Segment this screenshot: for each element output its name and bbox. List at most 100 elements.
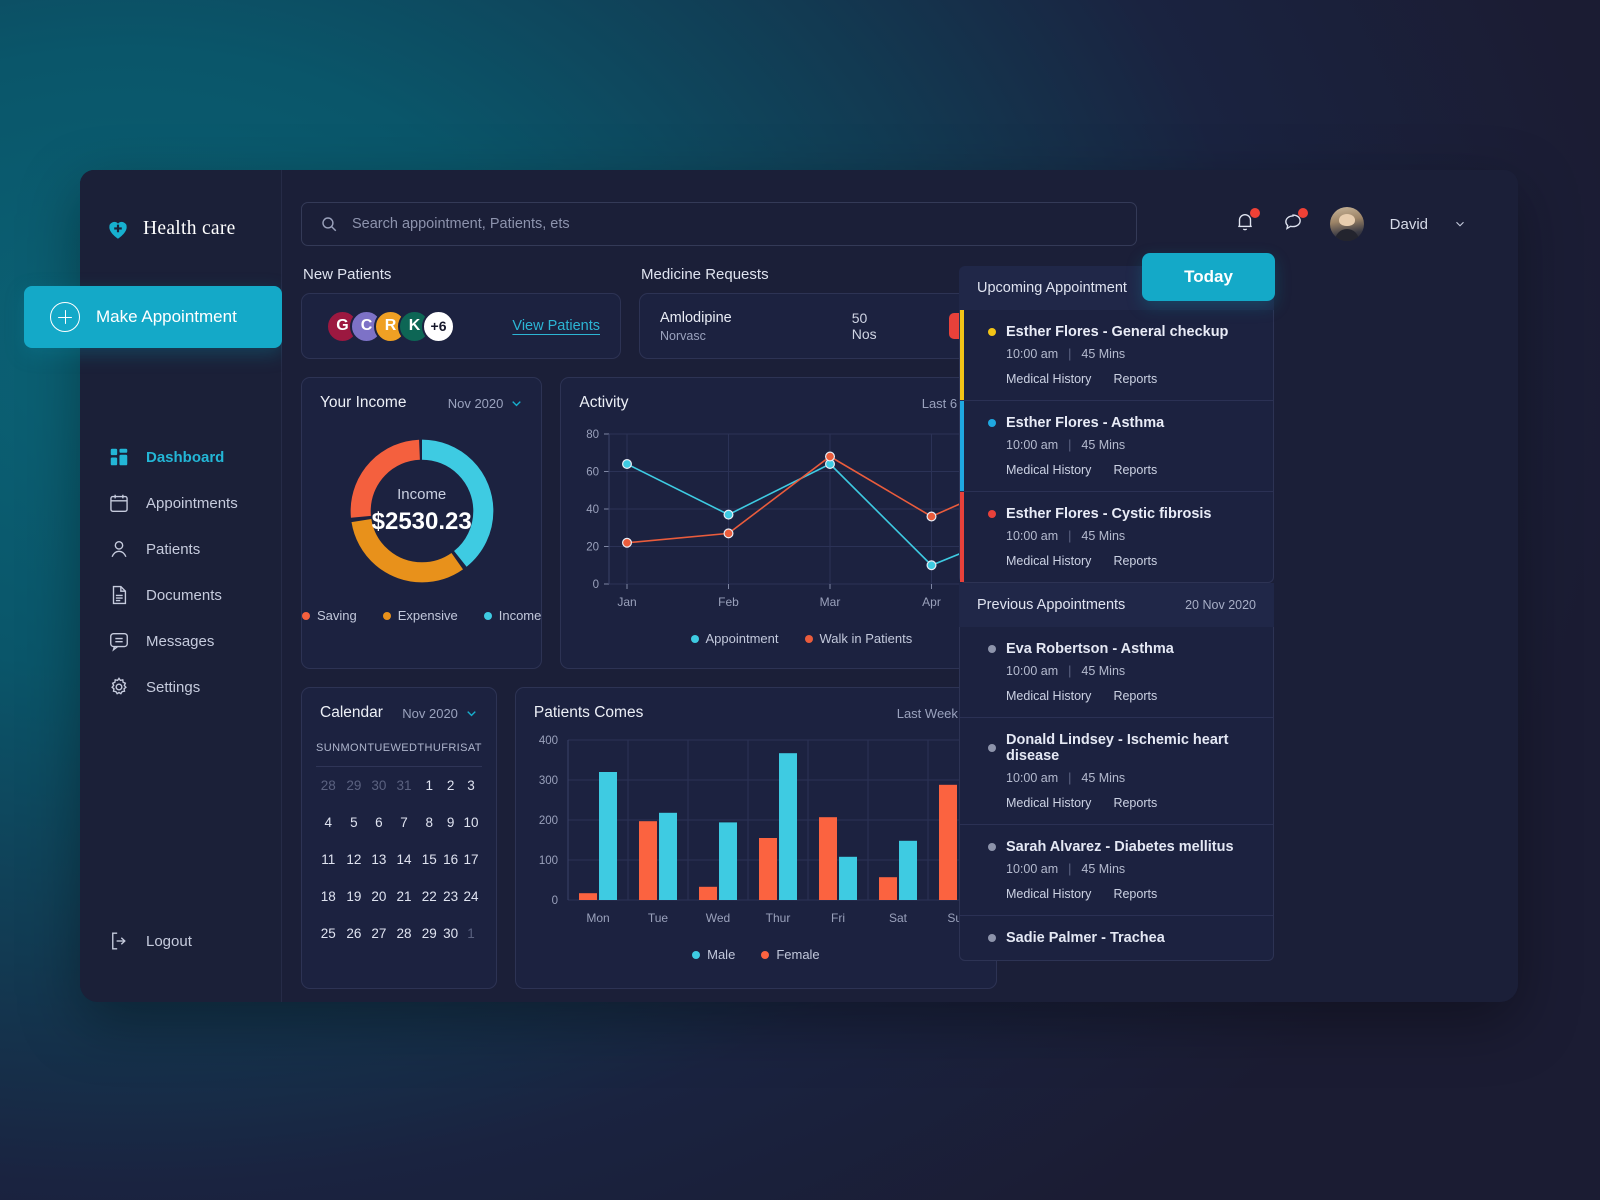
calendar-day[interactable]: 15 bbox=[417, 841, 441, 878]
calendar-period-selector[interactable]: Nov 2020 bbox=[402, 706, 478, 721]
reports-link[interactable]: Reports bbox=[1113, 796, 1157, 810]
upcoming-appointment-item[interactable]: Esther Flores - Cystic fibrosis 10:00 am |… bbox=[960, 492, 1273, 582]
y-tick-label: 0 bbox=[593, 579, 599, 591]
calendar-day[interactable]: 29 bbox=[417, 915, 441, 952]
calendar-day[interactable]: 8 bbox=[417, 804, 441, 841]
make-appointment-label: Make Appointment bbox=[96, 307, 237, 326]
calendar-day[interactable]: 21 bbox=[391, 878, 418, 915]
income-period-selector[interactable]: Nov 2020 bbox=[448, 396, 524, 411]
charts-row-1: Your Income Nov 2020 Income $2530.23 Sav… bbox=[301, 377, 1045, 669]
y-tick-label: 80 bbox=[587, 429, 600, 441]
data-point bbox=[723, 528, 734, 539]
calendar-day[interactable]: 6 bbox=[367, 804, 390, 841]
calendar-weekday-row: SUN MON TUE WED THU FRI SAT bbox=[316, 736, 482, 767]
notification-badge bbox=[1249, 207, 1260, 218]
search-bar[interactable] bbox=[301, 202, 1137, 246]
appointment-status-dot bbox=[988, 934, 996, 942]
medical-history-link[interactable]: Medical History bbox=[1006, 463, 1091, 477]
calendar-day[interactable]: 27 bbox=[367, 915, 390, 952]
legend-label: Walk in Patients bbox=[819, 631, 913, 646]
previous-appointment-item[interactable]: Eva Robertson - Asthma 10:00 am | 45 Mins Me… bbox=[960, 627, 1273, 718]
previous-appointment-item[interactable]: Sarah Alvarez - Diabetes mellitus 10:00 a… bbox=[960, 825, 1273, 916]
appointments-panel: Today Upcoming Appointment Esther Flores… bbox=[959, 253, 1275, 989]
notifications-button[interactable] bbox=[1234, 207, 1260, 238]
appointment-meta: 10:00 am | 45 Mins bbox=[1006, 664, 1255, 678]
appointment-actions: Medical History Reports bbox=[1006, 796, 1255, 810]
upcoming-appointment-item[interactable]: Esther Flores - General checkup 10:00 am |… bbox=[960, 310, 1273, 401]
search-input[interactable] bbox=[352, 216, 1118, 232]
sidebar-item-settings[interactable]: Settings bbox=[80, 664, 281, 710]
sidebar-item-appointments[interactable]: Appointments bbox=[80, 480, 281, 526]
sidebar-item-logout[interactable]: Logout bbox=[80, 918, 192, 964]
sidebar-item-messages[interactable]: Messages bbox=[80, 618, 281, 664]
calendar-day[interactable]: 28 bbox=[316, 767, 340, 805]
messages-button[interactable] bbox=[1282, 207, 1308, 238]
calendar-day[interactable]: 1 bbox=[460, 915, 482, 952]
y-tick-label: 200 bbox=[539, 815, 558, 827]
appointment-accent-bar bbox=[960, 310, 964, 400]
calendar-day[interactable]: 5 bbox=[340, 804, 367, 841]
upcoming-appointment-item[interactable]: Esther Flores - Asthma 10:00 am | 45 Mins Me… bbox=[960, 401, 1273, 492]
sidebar-item-patients[interactable]: Patients bbox=[80, 526, 281, 572]
x-tick-label: Wed bbox=[706, 911, 730, 925]
calendar-day[interactable]: 14 bbox=[391, 841, 418, 878]
calendar-day[interactable]: 7 bbox=[391, 804, 418, 841]
sidebar-item-dashboard[interactable]: Dashboard bbox=[80, 434, 281, 480]
calendar-day[interactable]: 1 bbox=[417, 767, 441, 805]
legend-dot bbox=[483, 611, 492, 620]
calendar-day[interactable]: 25 bbox=[316, 915, 340, 952]
appointment-actions: Medical History Reports bbox=[1006, 554, 1255, 568]
calendar-day[interactable]: 29 bbox=[340, 767, 367, 805]
calendar-day[interactable]: 19 bbox=[340, 878, 367, 915]
calendar-day[interactable]: 3 bbox=[460, 767, 482, 805]
previous-appointment-item[interactable]: Donald Lindsey - Ischemic heart disease 1… bbox=[960, 718, 1273, 825]
medical-history-link[interactable]: Medical History bbox=[1006, 796, 1091, 810]
calendar-day[interactable]: 31 bbox=[391, 767, 418, 805]
calendar-weekday: TUE bbox=[367, 742, 391, 754]
calendar-day[interactable]: 28 bbox=[391, 915, 418, 952]
previous-appointment-item[interactable]: Sadie Palmer - Trachea bbox=[960, 916, 1273, 960]
calendar-day[interactable]: 17 bbox=[460, 841, 482, 878]
calendar-day[interactable]: 16 bbox=[441, 841, 460, 878]
calendar-day[interactable]: 13 bbox=[367, 841, 390, 878]
y-tick-label: 300 bbox=[539, 775, 558, 787]
calendar-day[interactable]: 30 bbox=[441, 915, 460, 952]
income-center-label: Income bbox=[397, 486, 447, 503]
calendar-day[interactable]: 12 bbox=[340, 841, 367, 878]
calendar-day[interactable]: 9 bbox=[441, 804, 460, 841]
view-patients-link[interactable]: View Patients bbox=[512, 318, 600, 334]
legend-label: Female bbox=[776, 947, 820, 962]
calendar-day[interactable]: 23 bbox=[441, 878, 460, 915]
medical-history-link[interactable]: Medical History bbox=[1006, 372, 1091, 386]
legend-item-saving: Saving bbox=[302, 608, 357, 623]
calendar-day[interactable]: 24 bbox=[460, 878, 482, 915]
calendar-day[interactable]: 10 bbox=[460, 804, 482, 841]
calendar-day[interactable]: 18 bbox=[316, 878, 340, 915]
make-appointment-button[interactable]: Make Appointment bbox=[24, 286, 282, 348]
calendar-day[interactable]: 2 bbox=[441, 767, 460, 805]
calendar-day[interactable]: 4 bbox=[316, 804, 340, 841]
medical-history-link[interactable]: Medical History bbox=[1006, 554, 1091, 568]
reports-link[interactable]: Reports bbox=[1113, 372, 1157, 386]
today-button[interactable]: Today bbox=[1142, 253, 1275, 301]
medicine-generic: Norvasc bbox=[660, 328, 706, 343]
calendar-day[interactable]: 26 bbox=[340, 915, 367, 952]
dashboard-content: New Patients G C R K +6 View Patients Me… bbox=[282, 246, 1518, 989]
chevron-down-icon[interactable] bbox=[1454, 218, 1466, 230]
calendar-day[interactable]: 11 bbox=[316, 841, 340, 878]
calendar-day[interactable]: 30 bbox=[367, 767, 390, 805]
patient-avatar-overflow[interactable]: +6 bbox=[422, 309, 455, 343]
calendar-day[interactable]: 22 bbox=[417, 878, 441, 915]
calendar-day[interactable]: 20 bbox=[367, 878, 390, 915]
medical-history-link[interactable]: Medical History bbox=[1006, 689, 1091, 703]
medical-history-link[interactable]: Medical History bbox=[1006, 887, 1091, 901]
bar-male bbox=[598, 772, 617, 900]
sidebar: Health care Make Appointment Dashboard A… bbox=[24, 170, 282, 1002]
calendar-week-row: 18 19 20 21 22 23 24 bbox=[316, 878, 482, 915]
avatar[interactable] bbox=[1329, 207, 1364, 241]
reports-link[interactable]: Reports bbox=[1113, 887, 1157, 901]
reports-link[interactable]: Reports bbox=[1113, 689, 1157, 703]
reports-link[interactable]: Reports bbox=[1113, 463, 1157, 477]
reports-link[interactable]: Reports bbox=[1113, 554, 1157, 568]
sidebar-item-documents[interactable]: Documents bbox=[80, 572, 281, 618]
